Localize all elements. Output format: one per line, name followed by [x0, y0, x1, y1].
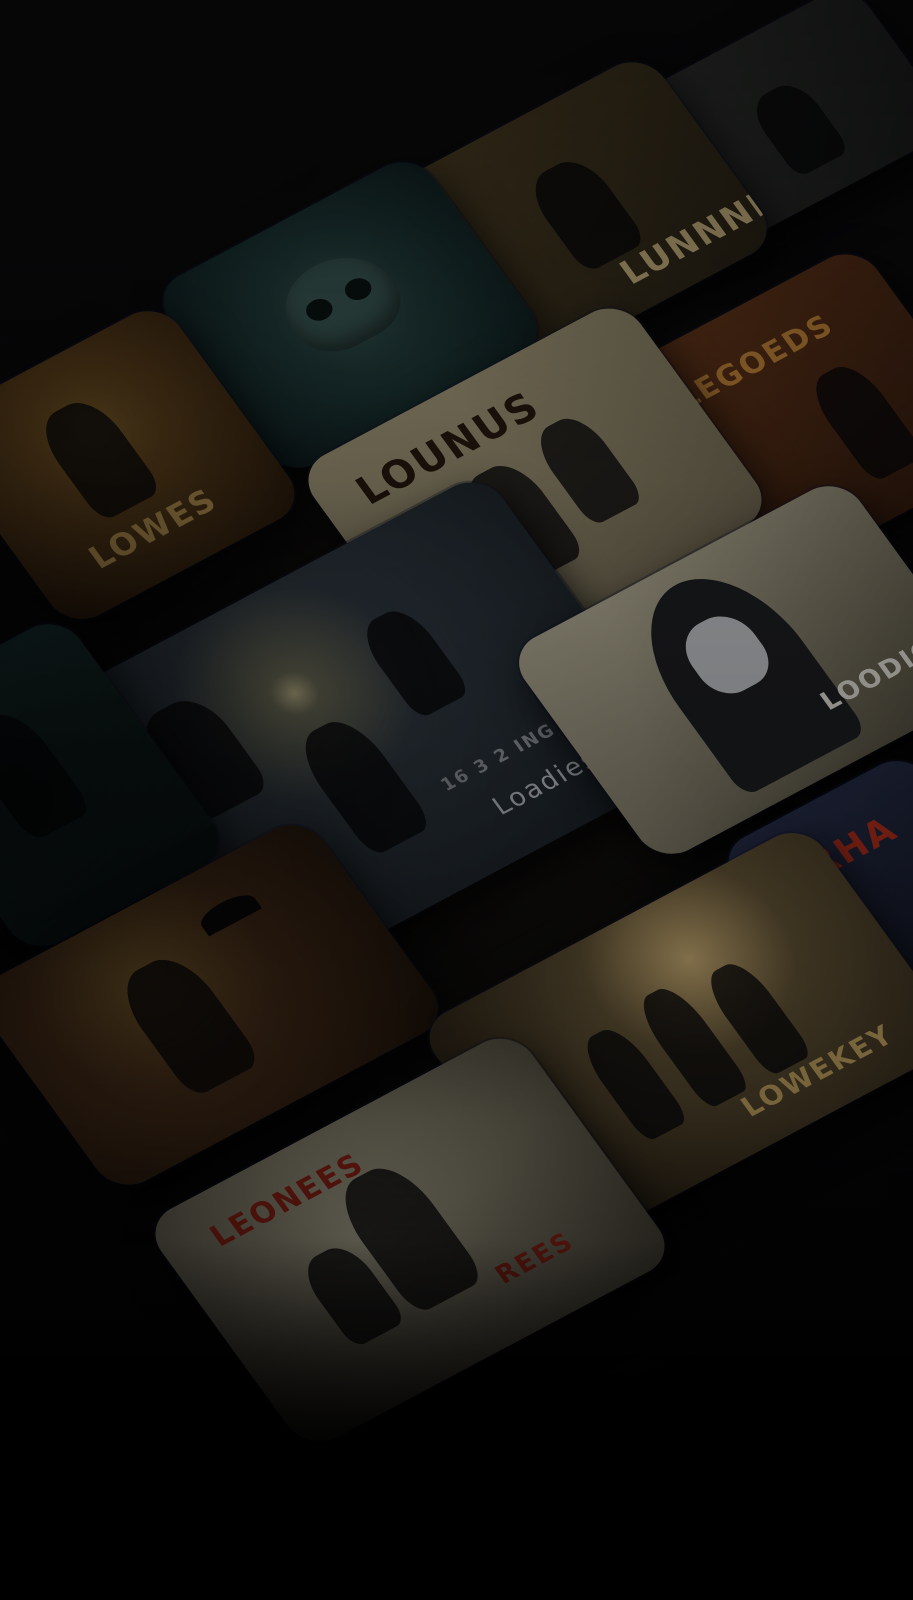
poster-grid: LUNNNN LEGOEDS LOWES LOUNUS 16 3 2 ING L…	[0, 0, 913, 1600]
poster-wall-background: LUNNNN LEGOEDS LOWES LOUNUS 16 3 2 ING L…	[0, 0, 913, 1600]
mask-icon	[671, 605, 781, 704]
